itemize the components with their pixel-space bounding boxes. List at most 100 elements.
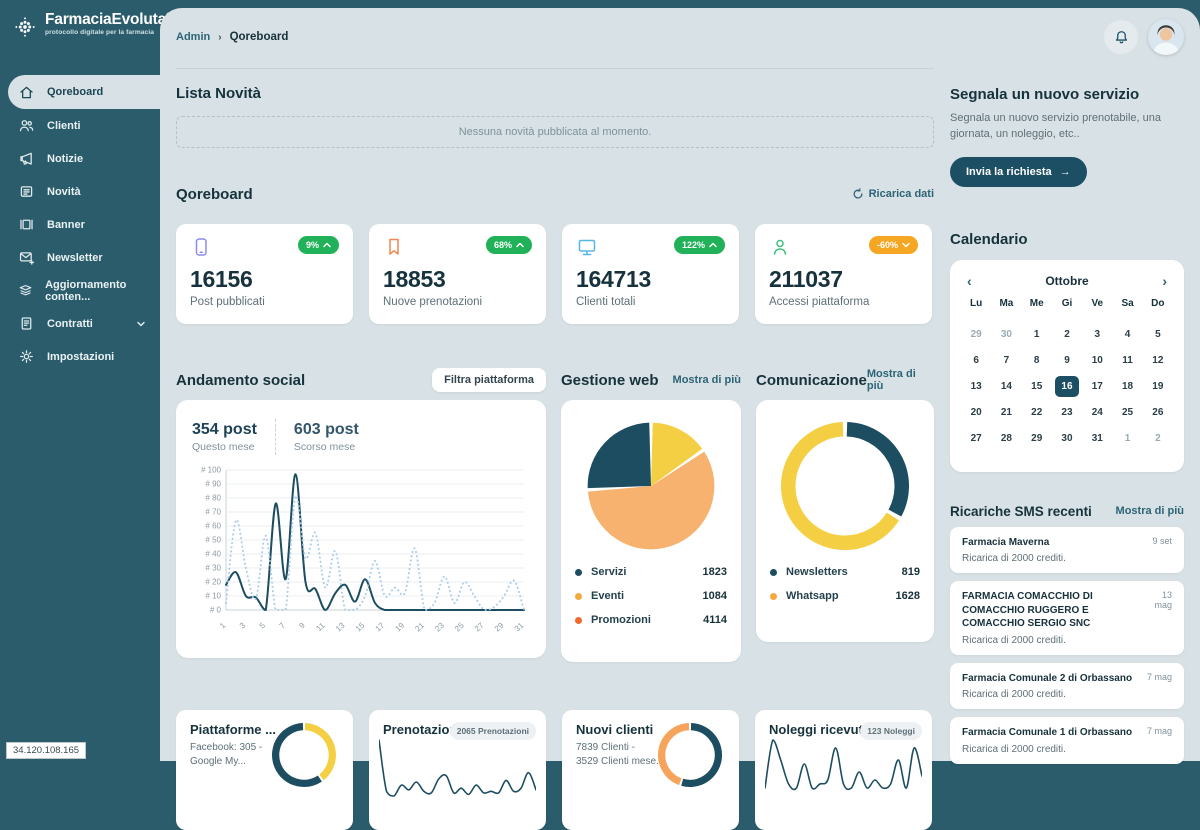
notifications-button[interactable] xyxy=(1104,20,1138,54)
sidebar-item-contratti[interactable]: Contratti xyxy=(0,307,160,340)
brand-logo-icon xyxy=(12,14,38,40)
comunicazione-more-link[interactable]: Mostra di più xyxy=(867,368,934,392)
andamento-social-title: Andamento social xyxy=(176,372,305,389)
sms-detail: Ricarica di 2000 crediti. xyxy=(962,553,1172,564)
calendar-day[interactable]: 26 xyxy=(1143,402,1173,423)
calendar-day[interactable]: 22 xyxy=(1022,402,1052,423)
sms-item[interactable]: Farmacia Comunale 1 di Orbassano 7 mag R… xyxy=(950,717,1184,764)
sidebar-item-qoreboard[interactable]: Qoreboard xyxy=(8,75,160,109)
legend-item-whatsapp: Whatsapp 1628 xyxy=(770,584,920,608)
calendar-day[interactable]: 5 xyxy=(1143,324,1173,345)
sidebar-item-banner[interactable]: Banner xyxy=(0,208,160,241)
nuovi-clienti-line1: 7839 Clienti - xyxy=(576,742,635,753)
calendar-day[interactable]: 6 xyxy=(961,350,991,371)
svg-text:27: 27 xyxy=(473,620,486,633)
sidebar-item-aggiornamento-contenuti[interactable]: Aggiornamento conten... xyxy=(0,274,160,307)
trend-up-icon xyxy=(516,242,524,248)
invia-richiesta-button[interactable]: Invia la richiesta → xyxy=(950,157,1087,187)
calendar-day[interactable]: 1 xyxy=(1022,324,1052,345)
sidebar-item-impostazioni[interactable]: Impostazioni xyxy=(0,340,160,373)
prenotazioni-card[interactable]: Prenotazioni r... 2065 Prenotazioni xyxy=(369,710,546,830)
calendar-day[interactable]: 23 xyxy=(1052,402,1082,423)
svg-text:31: 31 xyxy=(513,620,526,633)
calendar-day[interactable]: 24 xyxy=(1082,402,1112,423)
calendar-day[interactable]: 13 xyxy=(961,376,991,397)
calendar-day[interactable]: 11 xyxy=(1112,350,1142,371)
gestione-web-legend: Servizi 1823 Eventi 1084 Promozioni xyxy=(575,560,727,632)
brand-logo[interactable]: FarmaciaEvoluta® protocollo digitale per… xyxy=(0,0,160,40)
calendar-day[interactable]: 27 xyxy=(961,428,991,449)
gestione-web-pie-chart[interactable] xyxy=(585,420,717,552)
calendar-day[interactable]: 10 xyxy=(1082,350,1112,371)
svg-text:17: 17 xyxy=(374,620,387,633)
calendar-weekdays: LuMaMeGiVeSaDo xyxy=(961,298,1173,314)
calendar-day[interactable]: 31 xyxy=(1082,428,1112,449)
calendar-day[interactable]: 15 xyxy=(1022,376,1052,397)
user-avatar[interactable] xyxy=(1148,19,1184,55)
calendar-day[interactable]: 29 xyxy=(961,324,991,345)
calendar-day[interactable]: 29 xyxy=(1022,428,1052,449)
kpi-card-clienti-totali[interactable]: 122% 164713 Clienti totali xyxy=(562,224,739,324)
sms-item[interactable]: FARMACIA COMACCHIO DI COMACCHIO RUGGERO … xyxy=(950,581,1184,655)
calendar-day[interactable]: 2 xyxy=(1143,428,1173,449)
bookmark-icon xyxy=(383,236,405,258)
filtra-piattaforma-button[interactable]: Filtra piattaforma xyxy=(432,368,546,392)
person-icon xyxy=(769,236,791,258)
calendar-day[interactable]: 30 xyxy=(991,324,1021,345)
calendar-day[interactable]: 18 xyxy=(1112,376,1142,397)
gestione-web-more-link[interactable]: Mostra di più xyxy=(673,374,741,386)
calendar-day[interactable]: 8 xyxy=(1022,350,1052,371)
calendar-day[interactable]: 1 xyxy=(1112,428,1142,449)
kpi-delta-badge: 9% xyxy=(298,236,339,254)
social-trend-line-chart[interactable]: # 0# 10# 20# 30# 40# 50# 60# 70# 80# 90#… xyxy=(192,464,530,644)
top-header: Admin › Qoreboard xyxy=(160,8,1200,66)
breadcrumb-admin[interactable]: Admin xyxy=(176,31,210,43)
svg-text:29: 29 xyxy=(493,620,506,633)
calendar-next-button[interactable]: › xyxy=(1162,274,1167,288)
svg-text:7: 7 xyxy=(278,620,288,630)
breadcrumb: Admin › Qoreboard xyxy=(176,31,288,43)
noleggi-card[interactable]: Noleggi ricevuti 123 Noleggi xyxy=(755,710,932,830)
sms-detail: Ricarica di 2000 crediti. xyxy=(962,744,1172,755)
calendar-day[interactable]: 4 xyxy=(1112,324,1142,345)
sidebar-item-newsletter[interactable]: Newsletter xyxy=(0,241,160,274)
calendar-day[interactable]: 2 xyxy=(1052,324,1082,345)
calendar-day[interactable]: 9 xyxy=(1052,350,1082,371)
calendar-day[interactable]: 20 xyxy=(961,402,991,423)
calendar-day-selected[interactable]: 16 xyxy=(1055,376,1079,397)
kpi-card-post-pubblicati[interactable]: 9% 16156 Post pubblicati xyxy=(176,224,353,324)
legend-dot xyxy=(770,569,777,576)
calendar-day[interactable]: 14 xyxy=(991,376,1021,397)
calendar: ‹ Ottobre › LuMaMeGiVeSaDo 2930123456789… xyxy=(950,260,1184,472)
legend-dot xyxy=(575,617,582,624)
sms-item[interactable]: Farmacia Maverna 9 set Ricarica di 2000 … xyxy=(950,527,1184,574)
nuovi-clienti-card[interactable]: Nuovi clienti 7839 Clienti -3529 Clienti… xyxy=(562,710,739,830)
piattaforme-card[interactable]: Piattaforme ... Facebook: 305 -Google My… xyxy=(176,710,353,830)
sms-pharmacy-name: Farmacia Maverna xyxy=(962,536,1049,550)
sidebar-item-notizie[interactable]: Notizie xyxy=(0,142,160,175)
gestione-web-card: Servizi 1823 Eventi 1084 Promozioni xyxy=(561,400,741,662)
calendar-day[interactable]: 21 xyxy=(991,402,1021,423)
sms-more-link[interactable]: Mostra di più xyxy=(1116,505,1184,517)
comunicazione-donut-chart[interactable] xyxy=(779,420,911,552)
reload-data-link[interactable]: Ricarica dati xyxy=(852,188,934,200)
calendar-day[interactable]: 17 xyxy=(1082,376,1112,397)
kpi-card-nuove-prenotazioni[interactable]: 68% 18853 Nuove prenotazioni xyxy=(369,224,546,324)
calendar-weekday: Ma xyxy=(991,298,1021,314)
calendar-day[interactable]: 19 xyxy=(1143,376,1173,397)
users-icon xyxy=(18,117,35,134)
sms-item[interactable]: Farmacia Comunale 2 di Orbassano 7 mag R… xyxy=(950,663,1184,710)
calendar-day[interactable]: 28 xyxy=(991,428,1021,449)
sidebar-item-novita[interactable]: Novità xyxy=(0,175,160,208)
kpi-card-accessi-piattaforma[interactable]: -60% 211037 Accessi piattaforma xyxy=(755,224,932,324)
legend-item-servizi: Servizi 1823 xyxy=(575,560,727,584)
sidebar-item-clienti[interactable]: Clienti xyxy=(0,109,160,142)
app-root: FarmaciaEvoluta® protocollo digitale per… xyxy=(0,0,1200,761)
calendar-day[interactable]: 30 xyxy=(1052,428,1082,449)
calendar-day[interactable]: 25 xyxy=(1112,402,1142,423)
calendar-day[interactable]: 3 xyxy=(1082,324,1112,345)
calendar-day[interactable]: 12 xyxy=(1143,350,1173,371)
calendar-day[interactable]: 7 xyxy=(991,350,1021,371)
calendar-prev-button[interactable]: ‹ xyxy=(967,274,972,288)
kpi-value: 164713 xyxy=(576,266,725,293)
